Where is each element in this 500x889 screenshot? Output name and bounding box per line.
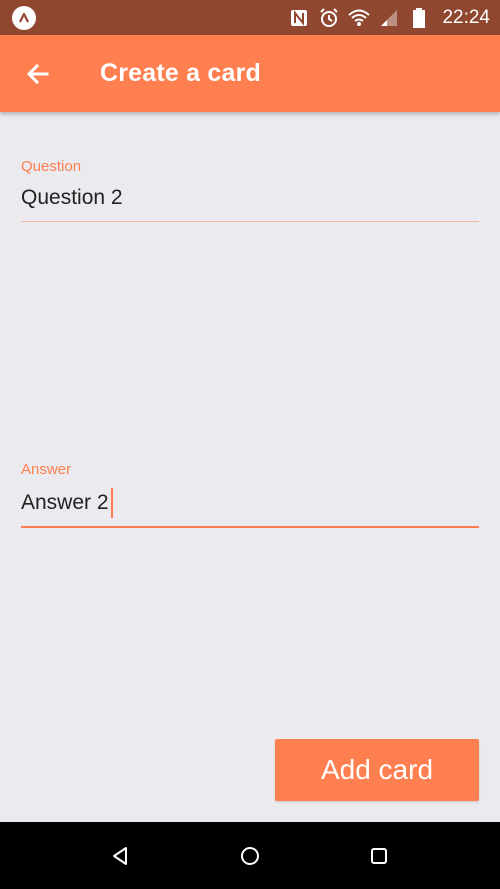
alarm-icon [318, 7, 340, 29]
question-field: Question [21, 158, 479, 222]
answer-field: Answer Answer 2 [21, 461, 479, 528]
nav-back-button[interactable] [106, 842, 134, 870]
answer-value: Answer 2 [21, 491, 109, 514]
nfc-icon [288, 7, 310, 29]
battery-icon [408, 7, 430, 29]
screen: 22:24 Create a card Question Answer Answ… [0, 0, 500, 889]
app-badge-icon [12, 6, 36, 30]
recents-square-icon [371, 848, 387, 864]
app-bar: Create a card [0, 35, 500, 112]
status-icons: 22:24 [288, 0, 490, 35]
answer-label: Answer [21, 461, 72, 478]
add-card-button[interactable]: Add card [275, 739, 479, 801]
answer-input[interactable]: Answer 2 [21, 488, 479, 518]
status-time: 22:24 [442, 6, 490, 28]
status-bar: 22:24 [0, 0, 500, 35]
system-nav-bar [0, 822, 500, 889]
text-caret [110, 488, 113, 518]
answer-underline [21, 526, 479, 528]
arrow-left-icon [26, 63, 49, 85]
page-title: Create a card [100, 59, 262, 87]
back-triangle-icon [113, 847, 127, 865]
question-underline [21, 221, 479, 222]
back-button[interactable] [20, 56, 56, 92]
nav-home-button[interactable] [236, 842, 264, 870]
wifi-icon [348, 7, 371, 29]
signal-icon [378, 7, 400, 29]
question-input[interactable] [21, 185, 479, 211]
nav-recents-button[interactable] [365, 842, 393, 870]
home-circle-icon [241, 847, 259, 865]
question-label: Question [21, 158, 82, 175]
